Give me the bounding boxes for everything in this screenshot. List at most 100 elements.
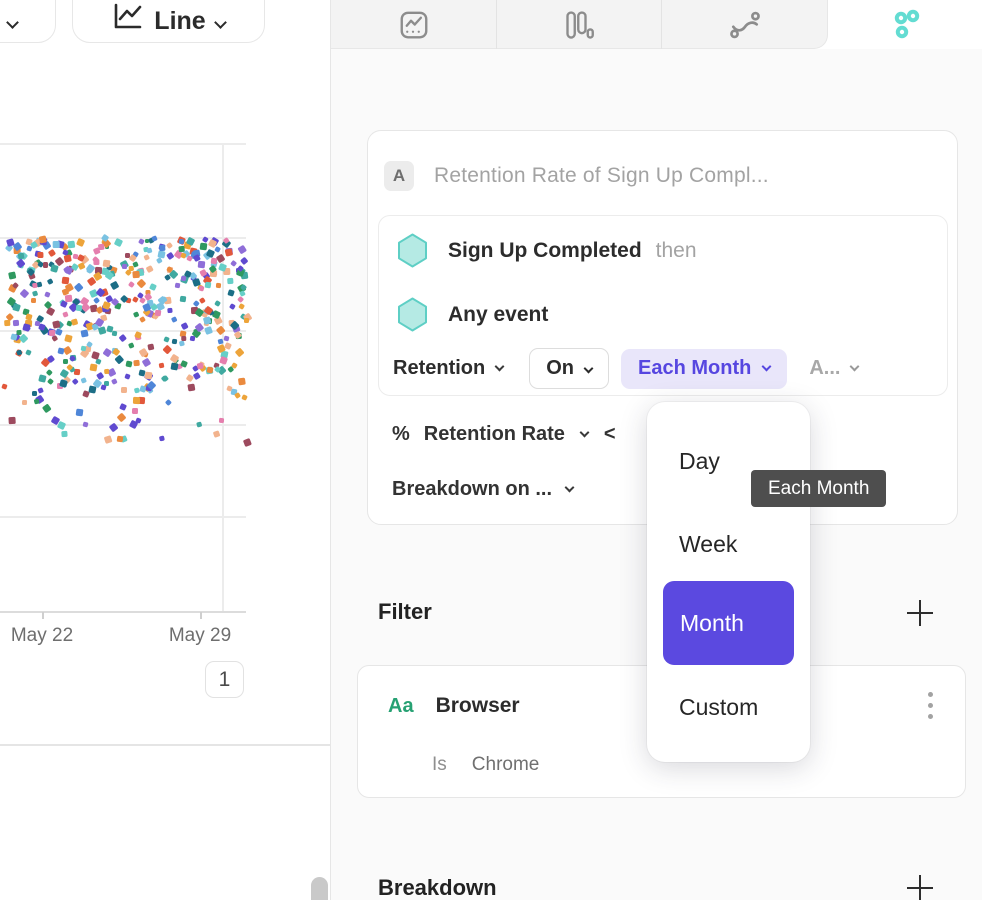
scatter-point bbox=[116, 435, 123, 442]
scatter-point bbox=[119, 403, 127, 411]
scatter-point bbox=[105, 435, 113, 443]
scatter-point bbox=[76, 238, 86, 248]
scatter-point bbox=[193, 300, 199, 306]
filter-property[interactable]: Browser bbox=[436, 694, 520, 718]
scatter-point bbox=[17, 330, 22, 335]
scrollbar-thumb[interactable] bbox=[311, 877, 328, 900]
scatter-point bbox=[171, 317, 177, 323]
scatter-point bbox=[116, 412, 126, 422]
retention-dropdown[interactable]: Retention bbox=[393, 357, 503, 380]
on-dropdown-button[interactable]: On bbox=[529, 348, 609, 389]
event-name[interactable]: Sign Up Completed bbox=[448, 239, 642, 263]
scatter-point bbox=[143, 254, 150, 261]
scatter-point bbox=[174, 283, 180, 289]
scatter-point bbox=[57, 347, 64, 354]
chevron-down-icon bbox=[6, 16, 19, 29]
scatter-point bbox=[25, 313, 32, 320]
scatter-point bbox=[55, 328, 62, 335]
scatter-point bbox=[148, 343, 155, 350]
scatter-point bbox=[144, 372, 152, 380]
menu-item-week[interactable]: Week bbox=[679, 531, 737, 558]
scatter-point bbox=[200, 242, 208, 250]
interval-dropdown-chip[interactable]: Each Month bbox=[621, 349, 787, 389]
tab-flow[interactable] bbox=[661, 0, 828, 49]
event-row[interactable]: Sign Up Completed then bbox=[397, 233, 697, 268]
menu-item-custom[interactable]: Custom bbox=[679, 694, 758, 721]
event-name[interactable]: Any event bbox=[448, 303, 548, 327]
on-dropdown-label: On bbox=[546, 357, 574, 380]
scatter-point bbox=[235, 348, 245, 358]
scatter-point bbox=[180, 296, 186, 302]
overflow-dropdown[interactable]: A... bbox=[809, 357, 858, 380]
kebab-menu-icon[interactable] bbox=[928, 692, 933, 719]
breakdown-section-title: Breakdown bbox=[378, 875, 497, 900]
scatter-point bbox=[238, 245, 247, 254]
scatter-point bbox=[76, 304, 83, 311]
collapsed-dropdown-button[interactable] bbox=[0, 0, 56, 43]
scatter-point bbox=[217, 338, 223, 344]
add-filter-button[interactable] bbox=[907, 600, 933, 626]
scatter-plot: May 22May 29 bbox=[0, 0, 330, 760]
scatter-point bbox=[241, 394, 248, 401]
event-card: Sign Up Completed then Any event Retenti… bbox=[378, 215, 948, 396]
query-label-badge: A bbox=[384, 161, 414, 191]
scatter-point bbox=[106, 325, 113, 332]
add-breakdown-button[interactable] bbox=[907, 875, 933, 900]
scatter-point bbox=[237, 296, 244, 303]
chevron-down-icon bbox=[850, 362, 860, 372]
scatter-point bbox=[227, 278, 234, 285]
breakdown-on-label: Breakdown on ... bbox=[392, 478, 552, 501]
tab-bar-chart[interactable] bbox=[496, 0, 661, 49]
scatter-point bbox=[15, 259, 25, 269]
scatter-point bbox=[50, 265, 58, 273]
scatter-point bbox=[33, 290, 39, 296]
scatter-point bbox=[133, 271, 140, 278]
scatter-point bbox=[112, 378, 118, 384]
breakdown-on-row[interactable]: Breakdown on ... bbox=[392, 478, 573, 501]
scatter-point bbox=[124, 373, 130, 379]
scatter-point bbox=[196, 422, 202, 428]
scatter-point bbox=[110, 280, 120, 290]
scatter-point bbox=[80, 377, 87, 384]
event-row[interactable]: Any event bbox=[397, 297, 562, 332]
scatter-point bbox=[178, 238, 184, 244]
scatter-point bbox=[178, 340, 185, 347]
chevron-down-icon bbox=[762, 362, 772, 372]
scatter-point bbox=[178, 246, 184, 252]
chart-type-button[interactable]: Line bbox=[72, 0, 265, 43]
bar-chart-icon bbox=[564, 10, 594, 40]
scatter-point bbox=[12, 303, 21, 312]
scatter-point bbox=[181, 322, 188, 329]
scatter-point bbox=[172, 339, 178, 345]
scatter-point bbox=[103, 368, 109, 374]
menu-item-month-selected[interactable]: Month bbox=[663, 581, 794, 665]
scatter-point bbox=[101, 385, 107, 391]
scatter-point bbox=[199, 297, 206, 304]
scatter-point bbox=[63, 359, 68, 364]
menu-item-day[interactable]: Day bbox=[679, 448, 720, 475]
scatter-point bbox=[210, 257, 217, 264]
query-title[interactable]: Retention Rate of Sign Up Compl... bbox=[434, 164, 769, 188]
scatter-point bbox=[181, 276, 186, 281]
scatter-point bbox=[68, 355, 75, 362]
scatter-point bbox=[146, 265, 154, 273]
tab-line-chart[interactable] bbox=[331, 0, 496, 49]
scatter-point bbox=[2, 383, 8, 389]
pagination-badge[interactable]: 1 bbox=[205, 661, 244, 698]
flow-squiggle-icon bbox=[729, 10, 761, 40]
x-axis bbox=[0, 611, 246, 613]
scatter-dots-icon bbox=[888, 7, 924, 43]
scatter-point bbox=[134, 311, 140, 317]
gridline bbox=[0, 516, 246, 518]
measure-row[interactable]: % Retention Rate < bbox=[392, 423, 616, 446]
tab-scatter-active[interactable] bbox=[828, 0, 982, 49]
scatter-point bbox=[52, 320, 60, 328]
scatter-point bbox=[45, 291, 51, 297]
scatter-point bbox=[197, 260, 204, 267]
scatter-point bbox=[102, 347, 111, 356]
scatter-point bbox=[223, 335, 229, 341]
scatter-point bbox=[189, 336, 195, 342]
scatter-point bbox=[41, 404, 51, 414]
measure-label: Retention Rate bbox=[424, 423, 565, 446]
filter-condition[interactable]: Is Chrome bbox=[432, 754, 539, 776]
